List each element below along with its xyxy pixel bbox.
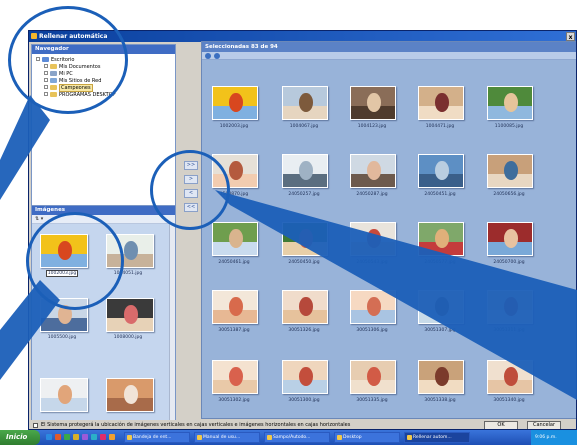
system-tray-clock: 9:06 p.m. — [531, 430, 577, 445]
photo-image — [212, 86, 258, 120]
photo-image — [212, 290, 258, 324]
photo-image — [487, 222, 533, 256]
quick-launch-icon[interactable] — [91, 434, 97, 440]
photo-caption: 24050543.jpg — [356, 260, 388, 265]
photo-caption: 30051302.jpg — [218, 398, 250, 403]
photo-caption: 24050257.jpg — [288, 192, 320, 197]
photo-image — [487, 290, 533, 324]
photo-caption: 24050700.jpg — [493, 260, 525, 265]
magnifier-circle-images — [26, 212, 124, 310]
photo-image — [418, 86, 464, 120]
photo-caption: 30051306.jpg — [356, 328, 388, 333]
photo-caption: 24050461.jpg — [218, 260, 250, 265]
orientation-checkbox[interactable] — [33, 423, 38, 428]
photo-image — [106, 298, 154, 332]
quick-launch-icon[interactable] — [100, 434, 106, 440]
selected-header: Seleccionadas 83 de 94 — [202, 42, 576, 52]
quick-launch-icon[interactable] — [82, 434, 88, 440]
photo-image — [282, 360, 328, 394]
photo-caption: 24050577.jpg — [424, 260, 456, 265]
window-icon — [127, 435, 132, 440]
magnifier-circle-navigator — [8, 6, 128, 114]
taskbar-button-label: Rellenar autom... — [413, 435, 452, 440]
quick-launch-icon[interactable] — [64, 434, 70, 440]
window-icon — [267, 435, 272, 440]
photo-caption: 30051340.jpg — [493, 398, 525, 403]
taskbar-button-label: Bandeja de ent... — [133, 435, 172, 440]
photo-caption: 1100085.jpg — [494, 124, 524, 129]
photo-image — [487, 86, 533, 120]
ok-button[interactable]: OK — [484, 421, 518, 429]
dialog-footer: El Sistema protegerá la ubicación de imá… — [29, 420, 576, 429]
photo-image — [418, 154, 464, 188]
taskbar: Inicio Bandeja de ent... Manual de usu...… — [0, 430, 577, 445]
refresh-icon[interactable] — [205, 53, 211, 59]
window-icon — [337, 435, 342, 440]
photo-image — [418, 360, 464, 394]
taskbar-button[interactable]: Desktop — [334, 432, 400, 443]
photo-image — [212, 222, 258, 256]
images-scrollbar[interactable] — [169, 224, 175, 429]
magnifier-circle-buttons — [150, 150, 230, 230]
photo-image — [282, 222, 328, 256]
photo-image — [418, 222, 464, 256]
photo-caption: 30051387.jpg — [218, 328, 250, 333]
photo-image — [487, 154, 533, 188]
photo-image — [350, 86, 396, 120]
photo-image — [418, 290, 464, 324]
photo-image — [282, 86, 328, 120]
quick-launch-icon[interactable] — [109, 434, 115, 440]
taskbar-button-label: Sampo/Autodo... — [273, 435, 311, 440]
photo-caption: 1005500.jpg — [47, 335, 77, 340]
photo-caption: 30051300.jpg — [288, 398, 320, 403]
photo-caption: 30051335.jpg — [356, 398, 388, 403]
photo-caption: 24050287.jpg — [356, 192, 388, 197]
orientation-checkbox-label: El Sistema protegerá la ubicación de imá… — [41, 422, 351, 428]
window-icon — [407, 435, 412, 440]
info-icon[interactable] — [214, 53, 220, 59]
photo-caption: 24050451.jpg — [424, 192, 456, 197]
close-button[interactable]: x — [566, 32, 575, 41]
taskbar-button[interactable]: Manual de usu... — [194, 432, 260, 443]
quick-launch-icon[interactable] — [46, 434, 52, 440]
photo-caption: 1004471.jpg — [425, 124, 455, 129]
taskbar-button-label: Manual de usu... — [203, 435, 241, 440]
photo-caption: 1004123.jpg — [357, 124, 387, 129]
photo-image — [40, 378, 88, 412]
photo-image — [350, 222, 396, 256]
photo-image — [282, 290, 328, 324]
photo-caption: 30051311.jpg — [493, 328, 525, 333]
photo-caption: 1008000.jpg — [113, 335, 143, 340]
photo-caption: 24050450.jpg — [288, 260, 320, 265]
quick-launch-icon[interactable] — [73, 434, 79, 440]
photo-image — [212, 360, 258, 394]
photo-image — [487, 360, 533, 394]
window-icon — [197, 435, 202, 440]
quick-launch-icon[interactable] — [55, 434, 61, 440]
selected-toolbar — [202, 52, 576, 60]
start-button[interactable]: Inicio — [0, 430, 40, 445]
photo-caption: 30051338.jpg — [424, 398, 456, 403]
selected-panel: Seleccionadas 83 de 94 1002003.jpg 100406… — [201, 41, 576, 419]
photo-image — [350, 290, 396, 324]
taskbar-button[interactable]: Sampo/Autodo... — [264, 432, 330, 443]
photo-caption: 30051307.jpg — [424, 328, 456, 333]
photo-image — [350, 154, 396, 188]
photo-image — [106, 378, 154, 412]
photo-caption: 30051326.jpg — [288, 328, 320, 333]
taskbar-button[interactable]: Rellenar autom... — [404, 432, 470, 443]
photo-image — [282, 154, 328, 188]
taskbar-button-label: Desktop — [343, 435, 362, 440]
cancel-button[interactable]: Cancelar — [527, 421, 561, 429]
photo-caption: 24050656.jpg — [493, 192, 525, 197]
taskbar-button[interactable]: Bandeja de ent... — [124, 432, 190, 443]
photo-caption: 1004067.jpg — [289, 124, 319, 129]
photo-image — [350, 360, 396, 394]
photo-caption: 1002003.jpg — [219, 124, 249, 129]
screenshot-stage: Rellenar automática x Navegador Escritor… — [0, 0, 577, 445]
